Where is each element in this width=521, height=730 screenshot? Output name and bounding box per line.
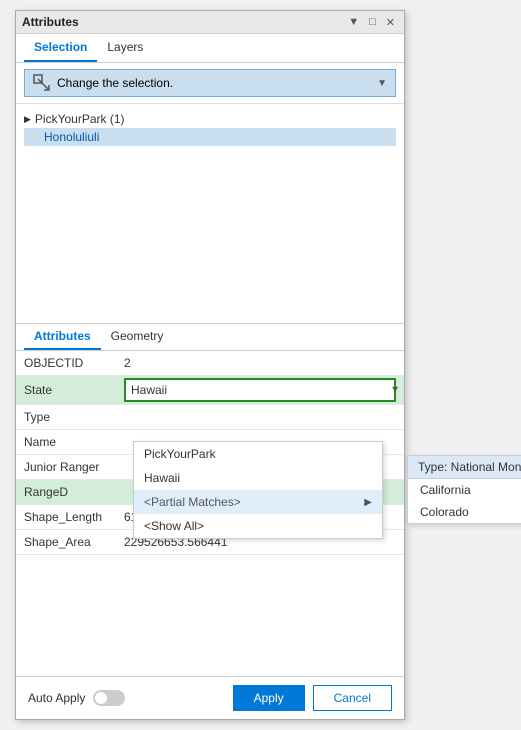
dropdown-item-hawaii[interactable]: Hawaii	[134, 466, 382, 490]
field-objectid: OBJECTID	[16, 351, 116, 376]
field-shape-area: Shape_Area	[16, 530, 116, 555]
field-shape-length: Shape_Length	[16, 505, 116, 530]
title-bar: Attributes ▼ □ ✕	[16, 11, 404, 34]
apply-button[interactable]: Apply	[233, 685, 305, 711]
field-ranged: RangeD	[16, 480, 116, 505]
attr-tab-geometry[interactable]: Geometry	[101, 324, 174, 350]
field-type: Type	[16, 405, 116, 430]
window-title: Attributes	[22, 15, 79, 29]
selection-bar: Change the selection. ▼	[16, 63, 404, 104]
window-controls: ▼ □ ✕	[345, 16, 398, 29]
change-selection-label: Change the selection.	[57, 76, 173, 90]
action-buttons: Apply Cancel	[233, 685, 392, 711]
state-dropdown-list: PickYourPark Hawaii <Partial Matches> ▶ …	[133, 441, 383, 539]
tab-selection[interactable]: Selection	[24, 34, 97, 62]
table-row: OBJECTID 2	[16, 351, 404, 376]
partial-arrow-icon: ▶	[364, 497, 372, 508]
change-selection-dropdown[interactable]: Change the selection. ▼	[24, 69, 396, 97]
field-state: State	[16, 376, 116, 405]
value-objectid: 2	[116, 351, 404, 376]
dropdown-item-showall[interactable]: <Show All>	[134, 514, 382, 538]
tab-layers[interactable]: Layers	[97, 34, 153, 62]
submenu-header: Type: National Monument	[408, 456, 521, 479]
tree-group-label: PickYourPark (1)	[35, 112, 125, 126]
field-name: Name	[16, 430, 116, 455]
table-row: Type	[16, 405, 404, 430]
toggle-knob	[95, 692, 107, 704]
tree-item[interactable]: Honoluliuli	[24, 128, 396, 146]
submenu-item-colorado[interactable]: Colorado	[408, 501, 521, 523]
attributes-tabs: Attributes Geometry	[16, 324, 404, 351]
state-input[interactable]	[124, 378, 396, 402]
state-input-cell: ▼	[116, 376, 404, 405]
value-type	[116, 405, 404, 430]
dropdown-item-partial[interactable]: <Partial Matches> ▶	[134, 490, 382, 514]
selection-icon	[33, 74, 51, 92]
main-tabs: Selection Layers	[16, 34, 404, 63]
close-button[interactable]: ✕	[383, 16, 398, 29]
auto-apply-section: Auto Apply	[28, 690, 125, 706]
cancel-button[interactable]: Cancel	[313, 685, 392, 711]
field-junior-ranger: Junior Ranger	[16, 455, 116, 480]
footer: Auto Apply Apply Cancel	[16, 676, 404, 719]
submenu-item-california[interactable]: California	[408, 479, 521, 501]
dropdown-chevron-icon: ▼	[377, 78, 387, 89]
tree-group-header[interactable]: ▶ PickYourPark (1)	[24, 110, 396, 128]
pin-button[interactable]: ▼	[345, 16, 362, 28]
attributes-window: Attributes ▼ □ ✕ Selection Layers Change…	[15, 10, 405, 720]
submenu: Type: National Monument California Color…	[407, 455, 521, 524]
table-row-state: State ▼	[16, 376, 404, 405]
tree-group: ▶ PickYourPark (1) Honoluliuli	[16, 108, 404, 148]
dropdown-item-pickyourpark[interactable]: PickYourPark	[134, 442, 382, 466]
auto-apply-label: Auto Apply	[28, 691, 85, 705]
minimize-button[interactable]: □	[366, 16, 379, 28]
tree-section: ▶ PickYourPark (1) Honoluliuli	[16, 104, 404, 324]
tree-collapse-icon: ▶	[24, 114, 31, 125]
attr-tab-attributes[interactable]: Attributes	[24, 324, 101, 350]
auto-apply-toggle[interactable]	[93, 690, 125, 706]
